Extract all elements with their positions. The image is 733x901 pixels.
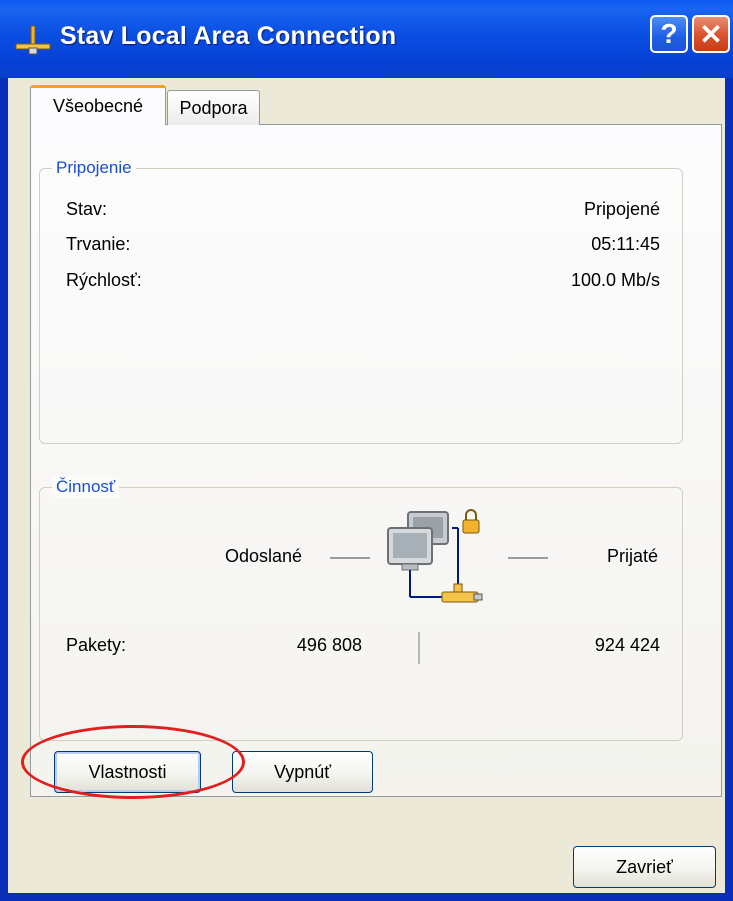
packets-label: Pakety: [66, 635, 127, 655]
sent-line [330, 557, 370, 559]
network-connection-icon [15, 25, 51, 55]
status-value: Pripojené [583, 199, 660, 219]
duration-label: Trvanie: [66, 234, 131, 254]
packets-sent-value: 496 808 [296, 635, 362, 655]
status-label: Stav: [66, 199, 108, 219]
close-window-button[interactable]: ✕ [692, 15, 730, 53]
title-bar[interactable]: Stav Local Area Connection ? ✕ [0, 0, 733, 78]
network-computers-icon [387, 509, 483, 603]
received-label: Prijaté [607, 546, 659, 566]
speed-value: 100.0 Mb/s [570, 270, 660, 290]
sent-label: Odoslané [225, 546, 303, 566]
connection-group: Pripojenie Stav: Pripojené Trvanie: 05:1… [39, 157, 683, 444]
speed-label: Rýchlosť: [66, 270, 142, 290]
window-title: Stav Local Area Connection [60, 22, 397, 50]
activity-legend: Činnosť [52, 476, 120, 498]
duration-value: 05:11:45 [591, 234, 660, 254]
disable-button[interactable]: Vypnúť [232, 751, 373, 793]
highlight-ellipse [21, 725, 245, 799]
tab-general[interactable]: Všeobecné [30, 85, 166, 125]
tab-support[interactable]: Podpora [167, 90, 260, 125]
connection-legend: Pripojenie [52, 157, 136, 179]
received-line [508, 557, 548, 559]
packets-separator [418, 632, 420, 664]
help-button[interactable]: ? [650, 15, 688, 53]
packets-received-value: 924 424 [594, 635, 660, 655]
close-button[interactable]: Zavrieť [573, 846, 716, 888]
activity-group: Činnosť Odoslané Prijaté Pakety: 496 808… [39, 476, 683, 741]
